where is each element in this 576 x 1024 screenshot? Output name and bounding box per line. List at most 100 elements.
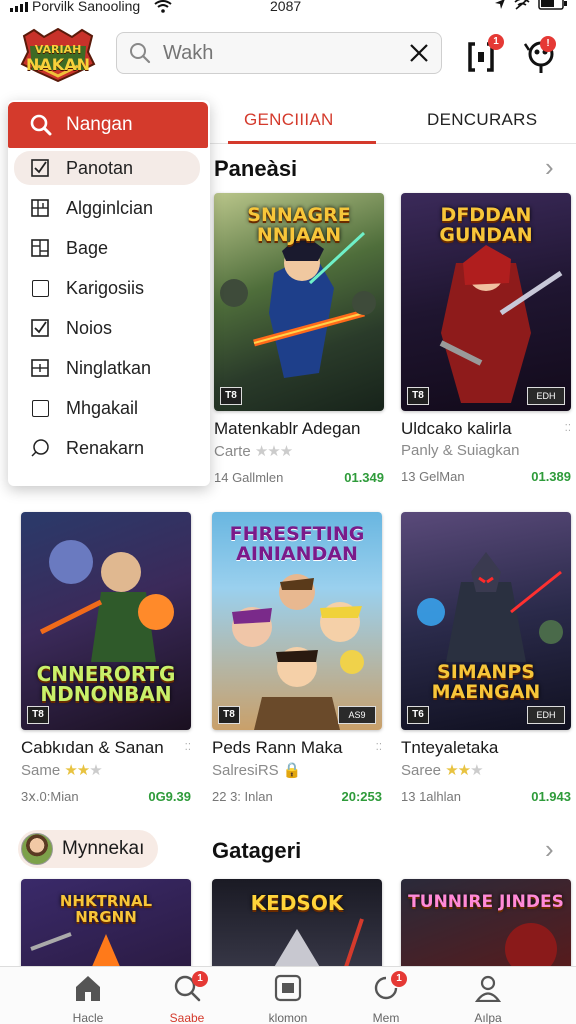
section-title-categories: Gatageri (212, 838, 302, 863)
publisher-badge: AS9 (338, 706, 376, 724)
filter-dropdown-menu: Nangan Panotan Algginlcian Bage Karigosi… (8, 100, 210, 486)
game-subtitle: SalresiRS 🔒 (212, 761, 384, 779)
grid-icon (30, 198, 50, 218)
download-count: 3ⅹ.0:Mian (21, 789, 79, 804)
bottom-navigation: Hacle 1 Saabe klomon 1 Mem Aılpa (0, 966, 576, 1024)
game-title: Tnteyaletaka (401, 738, 573, 758)
age-rating-badge: T8 (218, 706, 240, 724)
star-rating: ★★★ (445, 762, 483, 779)
tab-dencurars[interactable]: DENCURARS (427, 110, 537, 130)
game-cover[interactable]: TUNNIRE JINDES (401, 879, 571, 979)
game-subtitle-text: Same (21, 762, 61, 779)
game-cover[interactable]: SNNAGRE NNJAAN T8 (214, 193, 384, 411)
game-subtitle-text: Saree (401, 762, 442, 779)
checkbox-checked-icon (30, 318, 50, 338)
signal-icon (10, 1, 28, 12)
clear-search-icon[interactable] (409, 43, 429, 63)
user-chip[interactable]: Mynnekaı (18, 830, 158, 868)
nav-search-badge: 1 (192, 971, 208, 987)
scan-button[interactable]: 1 (466, 34, 504, 74)
cover-title: DFDDAN GUNDAN (439, 204, 533, 246)
game-card[interactable]: NHKTRNAL NRGNN (21, 879, 193, 979)
popular-see-more-chevron-icon[interactable]: › (545, 152, 554, 183)
logo-line-2: NAKAN (26, 55, 90, 74)
game-subtitle-text: SalresiRS (212, 762, 279, 779)
cover-art (267, 918, 364, 979)
nav-home[interactable]: Hacle (43, 973, 133, 1024)
game-card[interactable]: CNNERORTG NDNONBAN T8 Cabkıdan & Sanan ⁚⁚… (21, 512, 193, 805)
game-card[interactable]: TUNNIRE JINDES (401, 879, 573, 979)
tab-genciiian[interactable]: GENCIIIAN (244, 110, 334, 130)
game-cover[interactable]: NHKTRNAL NRGNN (21, 879, 191, 979)
nav-search[interactable]: 1 Saabe (142, 971, 232, 1024)
card-menu-icon[interactable]: ⁚⁚ (565, 423, 571, 434)
game-meta: 13 1alhlan 01.943 (401, 789, 573, 805)
layout-icon (30, 238, 50, 258)
checkbox-icon (30, 278, 50, 298)
wifi-icon (154, 0, 172, 13)
game-card[interactable]: DFDDAN GUNDAN T8 EDH Uldcako kalirla ⁚⁚ P… (401, 193, 573, 485)
location-icon (495, 0, 505, 9)
game-cover[interactable]: KEDSOK (212, 879, 382, 979)
game-title: Peds Rann Maka ⁚⁚ (212, 738, 384, 758)
cover-title: CNNERORTG NDNONBAN (36, 662, 176, 706)
dropdown-item-noios[interactable]: Noios (8, 311, 210, 345)
dropdown-item-karigosiis[interactable]: Karigosiis (8, 271, 210, 305)
categories-see-more-chevron-icon[interactable]: › (545, 834, 554, 865)
profile-alert-button[interactable]: ! (523, 36, 560, 74)
game-card[interactable]: KEDSOK (212, 879, 384, 979)
nav-library[interactable]: klomon (243, 973, 333, 1024)
dropdown-item-bage[interactable]: Bage (8, 231, 210, 265)
dropdown-header-label: Nangan (66, 114, 133, 135)
game-cover[interactable]: SIMANPS MAENGAN T6 EDH (401, 512, 571, 730)
game-cover[interactable]: DFDDAN GUNDAN T8 EDH (401, 193, 571, 411)
dropdown-item-ninglatkan[interactable]: Ninglatkan (8, 351, 210, 385)
dropdown-header[interactable]: Nangan (8, 102, 208, 148)
game-title-text: Matenkablr Adegan (214, 419, 361, 438)
home-icon (76, 976, 100, 1001)
dropdown-item-algginlcian[interactable]: Algginlcian (8, 191, 210, 225)
dropdown-item-label: Noios (66, 317, 113, 338)
profile-alert-badge: ! (540, 36, 556, 52)
nav-label: Aılpa (474, 1011, 502, 1024)
game-price: 01.389 (531, 469, 571, 484)
cover-title: SIMANPS MAENGAN (431, 661, 541, 703)
nav-label: Hacle (72, 1011, 104, 1024)
battery-icon (538, 0, 567, 10)
card-menu-icon[interactable]: ⁚⁚ (376, 742, 382, 753)
dropdown-item-renakarn[interactable]: Renakarn (8, 431, 210, 465)
game-cover[interactable]: CNNERORTG NDNONBAN T8 (21, 512, 191, 730)
game-card[interactable]: SNNAGRE NNJAAN T8 Matenkablr Adegan Cart… (214, 193, 386, 486)
search-input[interactable] (163, 41, 393, 65)
nav-notifications[interactable]: 1 Mem (341, 971, 431, 1024)
cover-art (30, 932, 121, 969)
app-logo[interactable]: VARIAH NAKAN (18, 27, 98, 83)
game-title: Uldcako kalirla ⁚⁚ (401, 419, 573, 439)
game-title: Cabkıdan & Sanan ⁚⁚ (21, 738, 193, 758)
age-rating-badge: T8 (27, 706, 49, 724)
cover-title: FHRESFTING AINIANDAN (229, 523, 365, 565)
dropdown-item-label: Karigosiis (66, 277, 145, 298)
checkbox-icon (30, 398, 50, 418)
card-menu-icon[interactable]: ⁚⁚ (185, 742, 191, 753)
search-icon (130, 43, 151, 64)
game-card[interactable]: SIMANPS MAENGAN T6 EDH Tnteyaletaka Sare… (401, 512, 573, 805)
chat-icon (30, 438, 50, 458)
game-title-text: Uldcako kalirla (401, 419, 512, 438)
lock-icon: 🔒 (282, 762, 302, 779)
dropdown-item-mhgakail[interactable]: Mhgakail (8, 391, 210, 425)
nav-profile[interactable]: Aılpa (443, 973, 533, 1024)
library-icon (274, 974, 302, 1002)
dropdown-item-panotan[interactable]: Panotan (14, 151, 200, 185)
search-bar (116, 32, 442, 74)
status-bar: Porvilk Sanooling 2087 (0, 0, 576, 18)
dropdown-item-label: Renakarn (66, 437, 145, 458)
game-card[interactable]: FHRESFTING AINIANDAN T8 AS9 Peds Rann Ma… (212, 512, 384, 805)
dropdown-item-label: Algginlcian (66, 197, 154, 218)
age-rating-badge: T8 (220, 387, 242, 405)
game-cover[interactable]: FHRESFTING AINIANDAN T8 AS9 (212, 512, 382, 730)
dropdown-item-label: Bage (66, 237, 109, 258)
game-price: 0G9.39 (148, 789, 191, 804)
game-title-text: Peds Rann Maka (212, 738, 343, 757)
status-right (494, 0, 568, 10)
